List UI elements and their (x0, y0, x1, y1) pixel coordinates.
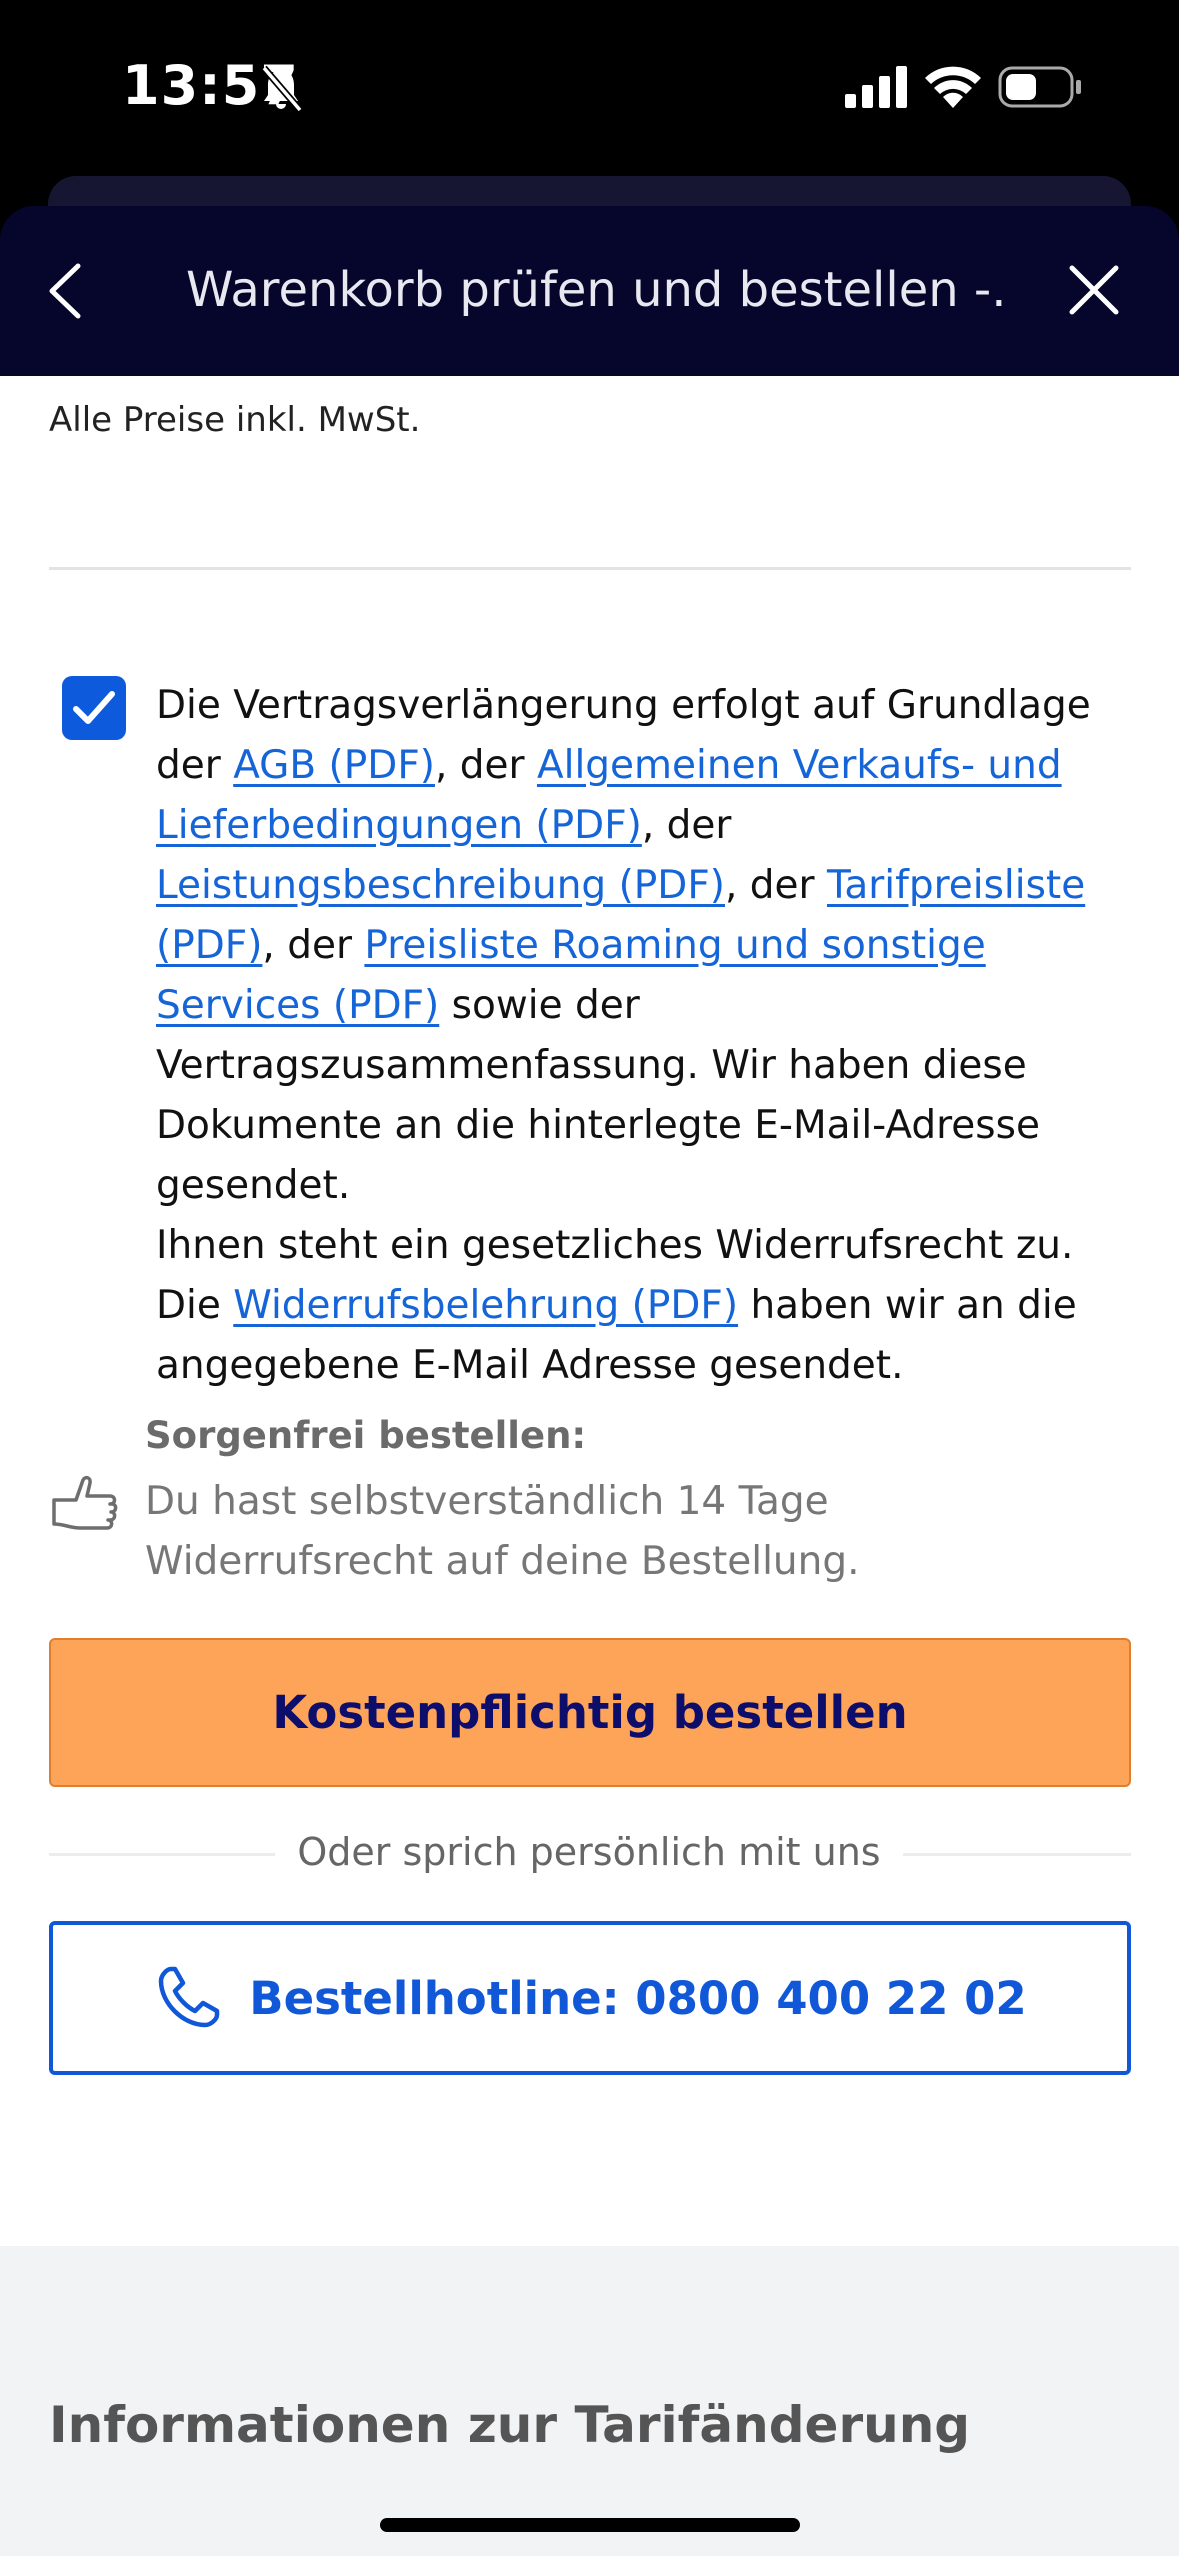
chevron-left-icon[interactable] (38, 256, 98, 326)
consent-text: Die Vertragsverlängerung erfolgt auf Gru… (156, 676, 1126, 1396)
wifi-icon (925, 66, 981, 108)
home-indicator[interactable] (380, 2518, 800, 2532)
agb-link[interactable]: AGB (PDF) (233, 743, 435, 788)
modal-header: Warenkorb prüfen und bestellen -... (0, 206, 1179, 376)
page-title: Warenkorb prüfen und bestellen -... (186, 262, 1006, 318)
consent-checkbox[interactable] (62, 676, 126, 740)
consent-text-part: , der (434, 743, 537, 788)
or-separator-text: Oder sprich persönlich mit uns (297, 1830, 881, 1874)
signal-icon (845, 66, 907, 108)
carefree-title: Sorgenfrei bestellen: (145, 1414, 587, 1457)
service-description-link[interactable]: Leistungsbeschreibung (PDF) (156, 863, 725, 908)
close-icon[interactable] (1066, 262, 1122, 318)
tariff-info-section: Informationen zur Tarifänderung (0, 2246, 1179, 2556)
carefree-text: Du hast selbstverständlich 14 Tage Wider… (145, 1479, 860, 1584)
hotline-button[interactable]: Bestellhotline: 0800 400 22 02 (49, 1921, 1131, 2075)
status-bar: 13:57 (0, 0, 1179, 175)
battery-icon (998, 66, 1081, 108)
order-button[interactable]: Kostenpflichtig bestellen (49, 1638, 1131, 1787)
checkmark-icon (73, 691, 115, 724)
consent-text-part: , der (641, 803, 732, 848)
checkout-content: Alle Preise inkl. MwSt. Die Vertragsverl… (0, 376, 1179, 2246)
prices-note: Alle Preise inkl. MwSt. (49, 400, 421, 440)
hotline-label: Bestellhotline: 0800 400 22 02 (249, 1971, 1027, 2025)
consent-text-part: , der (725, 863, 827, 908)
divider (49, 1853, 275, 1856)
section-title: Informationen zur Tarifänderung (49, 2396, 971, 2454)
withdrawal-policy-link[interactable]: Widerrufsbelehrung (PDF) (233, 1283, 738, 1328)
consent-text-part: , der (262, 923, 365, 968)
divider (49, 567, 1131, 570)
bell-slash-icon (261, 65, 303, 113)
phone-icon (159, 1966, 220, 2028)
divider (903, 1853, 1131, 1856)
thumbs-up-icon (52, 1475, 118, 1530)
